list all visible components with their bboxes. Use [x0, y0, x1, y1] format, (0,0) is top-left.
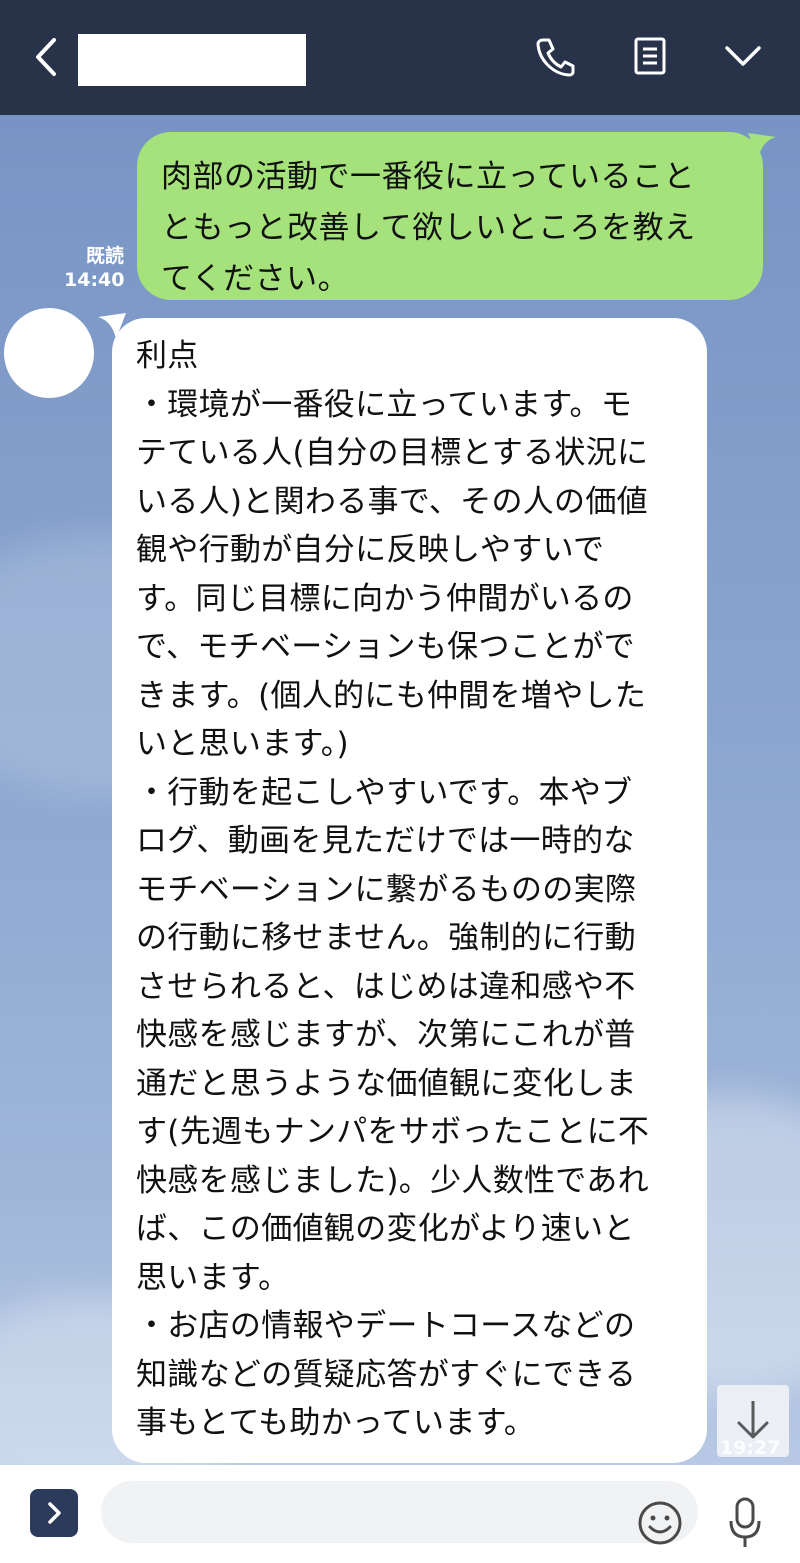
back-chevron-icon[interactable] — [28, 34, 68, 80]
avatar[interactable] — [4, 308, 94, 398]
chevron-right-icon — [48, 1502, 61, 1524]
incoming-message-bubble[interactable]: 利点 ・環境が一番役に立っています。モ テている人(自分の目標とする状況に いる… — [112, 318, 707, 1463]
message-time: 14:40 — [64, 269, 125, 291]
read-receipt: 既読 14:40 — [64, 244, 124, 292]
message-input[interactable] — [101, 1481, 698, 1543]
notes-icon[interactable] — [628, 34, 672, 78]
incoming-message-text: 利点 ・環境が一番役に立っています。モ テている人(自分の目標とする状況に いる… — [136, 338, 650, 1441]
outgoing-message-text: 肉部の活動で一番役に立っていること ともっと改善して欲しいところを教え てくださ… — [161, 159, 696, 297]
read-label: 既読 — [85, 245, 124, 267]
microphone-icon[interactable] — [725, 1495, 765, 1551]
expand-button[interactable] — [30, 1489, 78, 1537]
outgoing-message-bubble[interactable]: 肉部の活動で一番役に立っていること ともっと改善して欲しいところを教え てくださ… — [137, 132, 763, 300]
contact-name[interactable] — [78, 34, 306, 86]
chat-area[interactable]: 肉部の活動で一番役に立っていること ともっと改善して欲しいところを教え てくださ… — [0, 115, 800, 1465]
partial-timestamp: 19:27 — [720, 1437, 781, 1459]
composer-bar — [0, 1465, 800, 1563]
chevron-down-icon[interactable] — [721, 34, 765, 78]
chat-header — [0, 0, 800, 115]
phone-icon[interactable] — [533, 34, 577, 78]
emoji-icon[interactable] — [636, 1499, 684, 1547]
